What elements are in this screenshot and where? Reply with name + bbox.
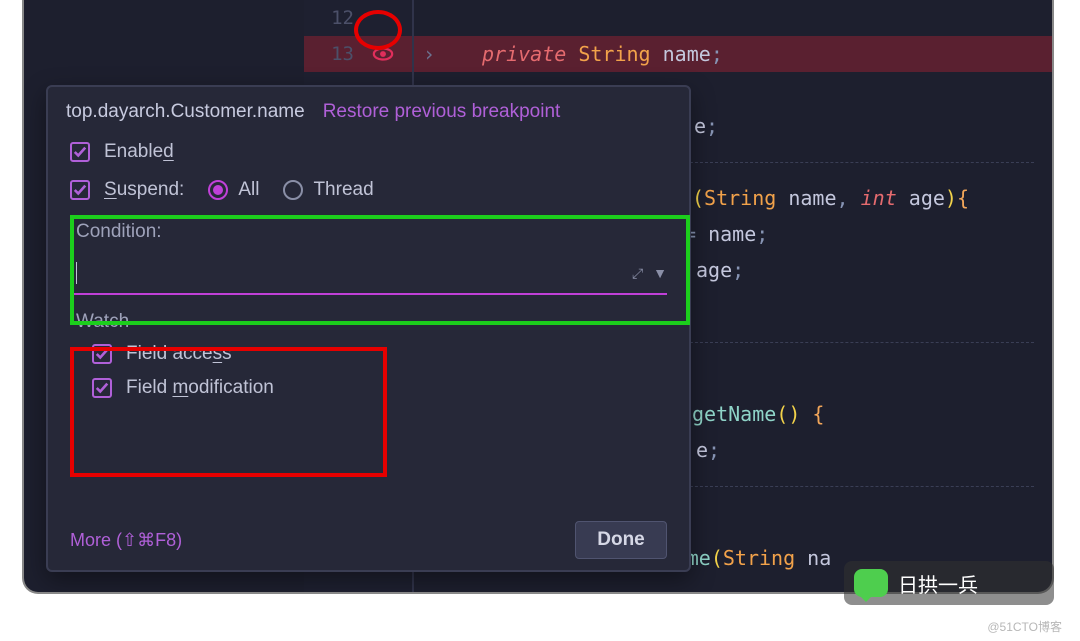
wechat-watermark: 日拱一兵 — [844, 561, 1054, 605]
enabled-row[interactable]: Enabled — [48, 133, 689, 171]
field-modification-checkbox[interactable] — [92, 378, 112, 398]
suspend-thread-label: Thread — [313, 179, 373, 201]
history-dropdown-icon[interactable]: ▼ — [653, 265, 667, 281]
field-modification-row[interactable]: Field modification — [48, 371, 689, 405]
restore-breakpoint-link[interactable]: Restore previous breakpoint — [323, 101, 561, 123]
source-watermark: @51CTO博客 — [987, 618, 1062, 635]
field-access-checkbox[interactable] — [92, 344, 112, 364]
expand-icon[interactable]: ⤢ — [632, 265, 643, 282]
suspend-thread-radio[interactable] — [283, 180, 303, 200]
suspend-row: Suspend: All Thread — [48, 171, 689, 209]
field-access-row[interactable]: Field access — [48, 337, 689, 371]
editor-frame: 12 13 25 26 › private String name ; e; — [22, 0, 1054, 594]
enabled-checkbox[interactable] — [70, 142, 90, 162]
suspend-all-radio[interactable] — [208, 180, 228, 200]
suspend-checkbox[interactable] — [70, 180, 90, 200]
wechat-icon — [854, 569, 888, 597]
suspend-all-label: All — [238, 179, 259, 201]
annotation-circle — [354, 10, 402, 50]
code-line-13: › private String name ; — [414, 36, 1052, 72]
breakpoint-title: top.dayarch.Customer.name — [66, 101, 305, 123]
condition-input[interactable] — [77, 263, 622, 284]
condition-field[interactable]: ⤢ ▼ — [70, 253, 667, 295]
breakpoint-popup: top.dayarch.Customer.name Restore previo… — [46, 85, 691, 572]
fold-chevron-icon[interactable]: › — [414, 42, 444, 66]
watch-label: Watch — [48, 295, 689, 337]
more-link[interactable]: More (⇧⌘F8) — [70, 530, 182, 551]
done-button[interactable]: Done — [575, 521, 667, 559]
condition-label: Condition: — [48, 209, 689, 249]
code-line-12 — [414, 0, 1052, 36]
